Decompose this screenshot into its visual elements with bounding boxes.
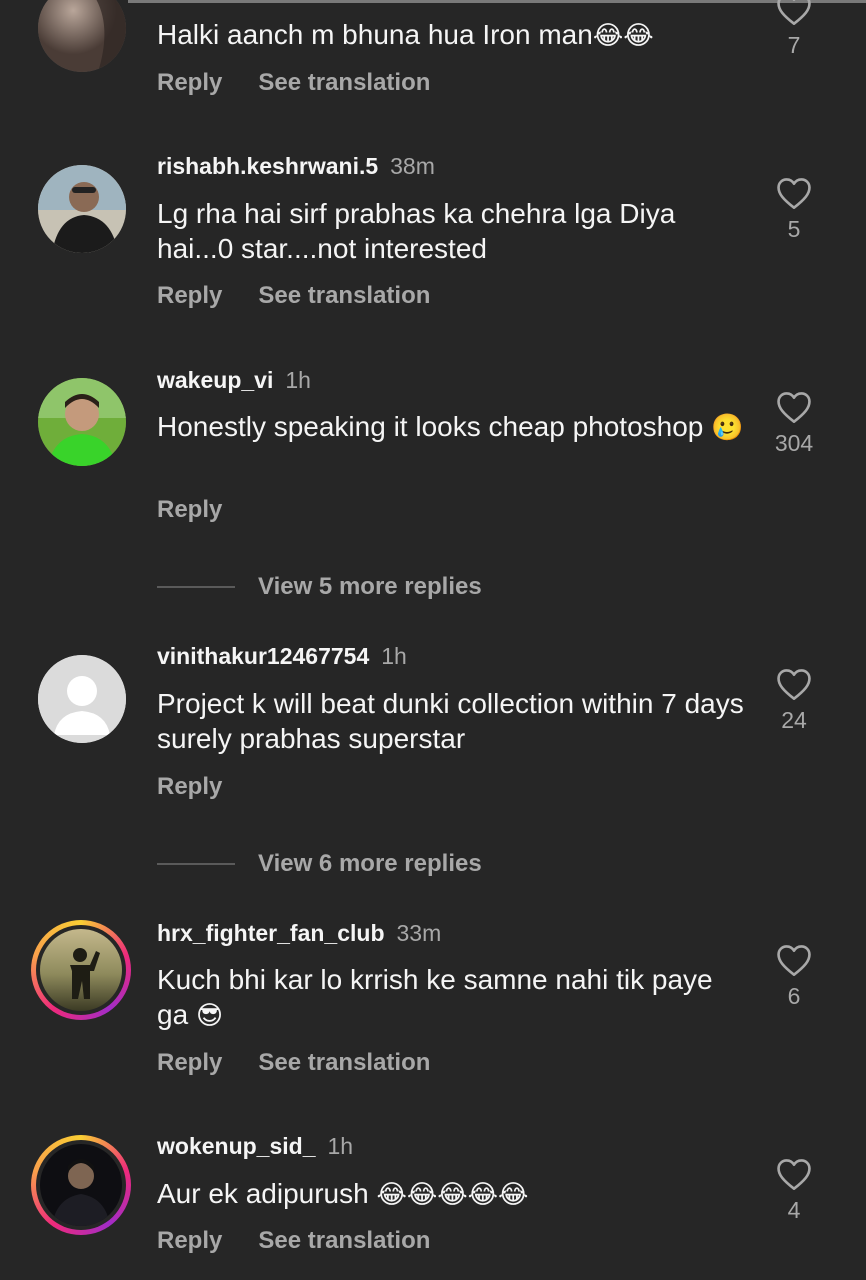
comment-actions: Reply See translation [157,1049,466,1077]
username[interactable]: wokenup_sid_ [157,1133,315,1159]
timestamp: 33m [396,920,442,946]
like-count: 5 [787,216,801,242]
see-translation-button[interactable]: See translation [258,1049,430,1076]
heart-outline-icon [777,0,811,25]
view-more-label[interactable]: View 6 more replies [258,850,482,878]
reply-button[interactable]: Reply [157,282,222,309]
heart-outline-icon [777,945,811,976]
comment-text: Honestly speaking it looks cheap photosh… [157,411,744,443]
comment-header: wakeup_vi 1h [157,367,311,394]
like-count: 24 [781,707,807,733]
timestamp: 38m [390,153,435,179]
emoji: 😎 [195,1001,224,1031]
see-translation-button[interactable]: See translation [258,69,430,96]
comment-actions: Reply [157,773,258,801]
comment-header: rishabh.keshrwani.5 38m [157,153,435,180]
see-translation-button[interactable]: See translation [258,282,430,309]
emoji: 😂😂 [592,21,654,51]
like-button[interactable]: 304 [772,390,816,457]
comment-text: Lg rha hai sirf prabhas ka chehra lga Di… [157,198,676,264]
heart-outline-icon [777,392,811,423]
username[interactable]: vinithakur12467754 [157,643,369,669]
like-button[interactable]: 5 [772,176,816,243]
comment-header: vinithakur12467754 1h [157,643,407,670]
like-button[interactable]: 4 [772,1157,816,1224]
username[interactable]: rishabh.keshrwani.5 [157,153,378,179]
username[interactable]: wakeup_vi [157,367,273,393]
comment-header: hrx_fighter_fan_club 33m [157,920,441,947]
timestamp: 1h [285,367,311,393]
username[interactable]: hrx_fighter_fan_club [157,920,385,946]
reply-button[interactable]: Reply [157,1049,222,1076]
like-count: 4 [787,1197,801,1223]
avatar-story-ring[interactable] [31,920,131,1020]
comment-header: wokenup_sid_ 1h [157,1133,353,1160]
comment-text: Aur ek adipurush 😂😂😂😂😂 [157,1178,529,1210]
avatar-story-ring[interactable] [31,1135,131,1235]
comment-actions: Reply See translation [157,282,466,310]
reply-button[interactable]: Reply [157,773,222,800]
comment-text: Halki aanch m bhuna hua Iron man😂😂 [157,19,654,51]
avatar[interactable] [38,0,126,72]
avatar [40,1144,122,1226]
heart-outline-icon [777,1159,811,1190]
see-translation-button[interactable]: See translation [258,1227,430,1254]
like-count: 7 [787,32,801,58]
like-button[interactable]: 7 [772,0,816,59]
divider [157,586,235,588]
avatar[interactable] [38,165,126,253]
like-button[interactable]: 6 [772,943,816,1010]
reply-button[interactable]: Reply [157,1227,222,1254]
comment-actions: Reply [157,496,258,524]
like-count: 304 [774,430,814,456]
comment-actions: Reply See translation [157,1227,466,1255]
avatar[interactable] [38,378,126,466]
emoji: 😂😂😂😂😂 [376,1180,529,1210]
top-divider [0,0,866,4]
default-avatar-icon [38,655,126,743]
avatar [40,929,122,1011]
heart-outline-icon [777,178,811,209]
timestamp: 1h [327,1133,354,1159]
divider [157,863,235,865]
timestamp: 1h [381,643,407,669]
comment-text: Kuch bhi kar lo krrish ke samne nahi tik… [157,964,713,1031]
reply-button[interactable]: Reply [157,69,222,96]
heart-outline-icon [777,669,811,700]
view-more-label[interactable]: View 5 more replies [258,573,482,601]
avatar[interactable] [38,655,126,743]
emoji: 🥲 [711,413,744,443]
comment-actions: Reply See translation [157,69,466,97]
like-count: 6 [787,983,801,1009]
comment-text: Project k will beat dunki collection wit… [157,688,744,754]
reply-button[interactable]: Reply [157,496,222,523]
like-button[interactable]: 24 [772,667,816,734]
